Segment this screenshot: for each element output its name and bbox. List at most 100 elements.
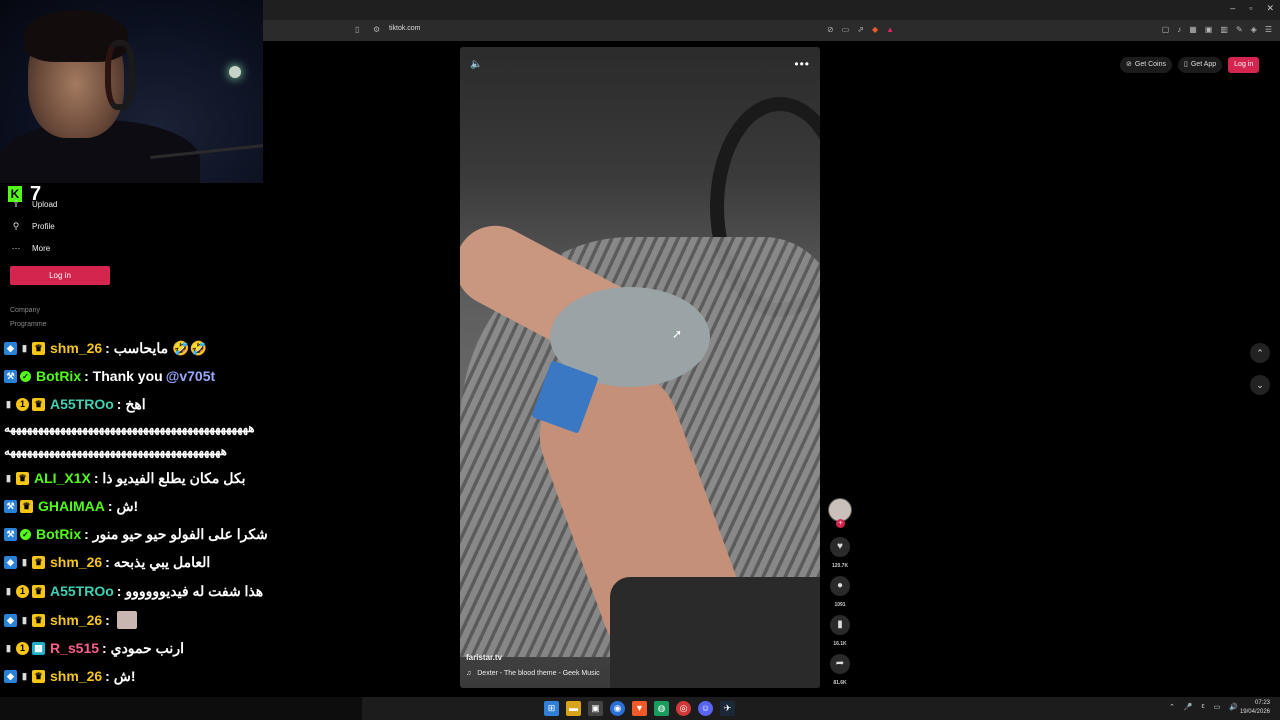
- sidebar-item-profile[interactable]: ⚲ Profile: [10, 221, 55, 232]
- chat-username[interactable]: R_s515: [50, 640, 99, 656]
- comment-icon[interactable]: ●: [830, 576, 850, 596]
- sidebar-item-label: Profile: [32, 222, 55, 231]
- next-video-chevron-down-icon[interactable]: ⌄: [1250, 375, 1270, 395]
- url-text[interactable]: tiktok.com: [389, 25, 421, 32]
- more-icon: ⋯: [11, 243, 21, 253]
- gifter-badge-icon: 1: [16, 641, 29, 655]
- cube-badge-icon: ◆: [4, 341, 17, 355]
- chat-spam-line: هههههههههههههههههههههههههههههههههههههههه: [4, 444, 227, 458]
- chrome-icon[interactable]: ◉: [610, 701, 625, 716]
- tray-chevron-icon[interactable]: ⌃: [1169, 703, 1175, 711]
- browser-titlebar: – ▫ ✕: [263, 0, 1280, 20]
- footer-link-company[interactable]: Company: [10, 307, 40, 314]
- video-music-info[interactable]: ♫ Dexter - The blood theme - Geek Music: [466, 670, 600, 677]
- browser-toolbar: ▢ ♪ ▦ ▣ ▥ ✎ ◈ ☰: [1162, 25, 1272, 34]
- webcam-lamp: [229, 66, 241, 78]
- brave-icon[interactable]: ▼: [632, 701, 647, 716]
- footer-link-programme[interactable]: Programme: [10, 321, 47, 328]
- share-arrow-icon[interactable]: ➦: [830, 654, 850, 674]
- windows-start-icon[interactable]: ⊞: [544, 701, 559, 716]
- chat-message: ⚒✓ BotRix: شكرا على الفولو حيو حيو منور: [4, 523, 268, 545]
- split-view-icon[interactable]: ▦: [1189, 25, 1197, 34]
- sidebar-item-label: Upload: [32, 200, 58, 209]
- chat-mention[interactable]: @v705t: [166, 368, 215, 384]
- chat-text: :: [105, 612, 110, 628]
- taskbar-clock[interactable]: 07:23 19/04/2026: [1240, 699, 1270, 717]
- chat-username[interactable]: shm_26: [50, 554, 102, 570]
- chat-username[interactable]: ALI_X1X: [34, 470, 91, 486]
- address-bar[interactable]: ▯ ⚙ tiktok.com ⊘ ▭ ⇗ ◆ ▲ ▢ ♪ ▦ ▣ ▥ ✎ ◈ ☰: [263, 20, 1280, 41]
- cube-badge-icon: ◆: [4, 669, 17, 683]
- tray-mic-icon[interactable]: 🎤: [1184, 703, 1193, 711]
- sidebar-item-label: More: [32, 244, 51, 253]
- volume-icon[interactable]: 🔈: [470, 59, 482, 70]
- cup-badge-icon: ▮: [6, 398, 11, 409]
- sidebar-login-button[interactable]: Log in: [10, 266, 110, 285]
- brave-rewards-icon[interactable]: ▲: [886, 25, 894, 34]
- like-icon[interactable]: ♥: [830, 537, 850, 557]
- tray-language-icon[interactable]: ε: [1202, 703, 1205, 711]
- extensions-icon[interactable]: ✎: [1236, 25, 1243, 34]
- store-icon[interactable]: ▣: [588, 701, 603, 716]
- follow-plus-icon[interactable]: +: [836, 519, 845, 528]
- maximize-button[interactable]: ▫: [1249, 3, 1252, 14]
- get-app-label: Get App: [1190, 61, 1217, 68]
- minimize-button[interactable]: –: [1230, 3, 1235, 14]
- chat-message: ⚒ ✓ BotRix: Thank you @v705t: [4, 365, 215, 387]
- window-controls: – ▫ ✕: [1230, 3, 1274, 14]
- clock-time: 07:23: [1254, 700, 1270, 706]
- wallet-icon[interactable]: ▣: [1205, 25, 1213, 34]
- previous-video-chevron-up-icon[interactable]: ⌃: [1250, 343, 1270, 363]
- chat-username[interactable]: A55TROo: [50, 583, 114, 599]
- music-note-icon: ♫: [466, 670, 472, 677]
- bookmark-save-icon[interactable]: ▮: [830, 615, 850, 635]
- sidebar-item-upload[interactable]: ⇪ Upload: [10, 199, 57, 210]
- comment-count: 1091: [834, 602, 846, 608]
- chat-username[interactable]: BotRix: [36, 368, 81, 384]
- taskbar: ⊞ ▬ ▣ ◉ ▼ ◍ ◎ ☺ ✈ ⌃ 🎤 ε ▭ 🔊 07:23 19/04/…: [0, 697, 1280, 720]
- tray-network-icon[interactable]: ▭: [1214, 703, 1221, 711]
- reading-list-icon[interactable]: ▥: [1220, 25, 1228, 34]
- get-app-button[interactable]: ▯ Get App: [1178, 57, 1223, 73]
- get-coins-button[interactable]: ⊘ Get Coins: [1120, 57, 1172, 73]
- chat-username[interactable]: GHAIMAA: [38, 498, 105, 514]
- app-icon[interactable]: ◎: [676, 701, 691, 716]
- sidebar-item-more[interactable]: ⋯ More: [10, 243, 51, 254]
- tray-volume-icon[interactable]: 🔊: [1229, 703, 1238, 711]
- mute-site-icon[interactable]: ⊘: [827, 25, 834, 34]
- chat-text: : ش!: [107, 497, 139, 514]
- site-info-icon[interactable]: ⚙: [373, 25, 380, 34]
- mouse-cursor-icon: ➚: [672, 327, 683, 341]
- more-options-icon[interactable]: •••: [794, 57, 810, 71]
- music-title[interactable]: Dexter - The blood theme - Geek Music: [477, 670, 599, 677]
- chat-username[interactable]: shm_26: [50, 340, 102, 356]
- vpn-icon[interactable]: ◈: [1251, 25, 1257, 34]
- cast-icon[interactable]: ▭: [842, 25, 850, 34]
- crown-badge-icon: ♛: [32, 613, 45, 627]
- share-icon[interactable]: ⇗: [857, 25, 864, 34]
- cup-badge-icon: ▮: [22, 342, 27, 353]
- video-player[interactable]: 🔈 ••• faristar.tv ♫ Dexter - The blood t…: [460, 47, 820, 688]
- menu-icon[interactable]: ☰: [1265, 25, 1272, 34]
- file-explorer-icon[interactable]: ▬: [566, 701, 581, 716]
- discord-icon[interactable]: ☺: [698, 701, 713, 716]
- sidebar-toggle-icon[interactable]: ▢: [1162, 25, 1170, 34]
- tiktok-sidebar: K 7 ⇪ Upload ⚲ Profile ⋯ More Log in Com…: [0, 183, 263, 343]
- profile-icon: ⚲: [12, 221, 20, 231]
- obs-icon[interactable]: ◍: [654, 701, 669, 716]
- chat-text: : اهخ: [116, 395, 146, 412]
- chat-username[interactable]: A55TROo: [50, 396, 114, 412]
- emote-image: [116, 611, 137, 629]
- chat-username[interactable]: shm_26: [50, 668, 102, 684]
- close-button[interactable]: ✕: [1266, 3, 1274, 14]
- brave-shields-icon[interactable]: ◆: [872, 25, 878, 34]
- steam-icon[interactable]: ✈: [720, 701, 735, 716]
- chat-username[interactable]: shm_26: [50, 612, 102, 628]
- bookmark-icon[interactable]: ▯: [355, 25, 359, 34]
- chat-text: : مايحاسب 🤣🤣: [105, 339, 207, 356]
- login-button[interactable]: Log in: [1228, 57, 1260, 73]
- media-icon[interactable]: ♪: [1177, 25, 1181, 34]
- webcam-headphones: [105, 40, 135, 110]
- crown-badge-icon: ♛: [32, 555, 45, 569]
- chat-username[interactable]: BotRix: [36, 526, 81, 542]
